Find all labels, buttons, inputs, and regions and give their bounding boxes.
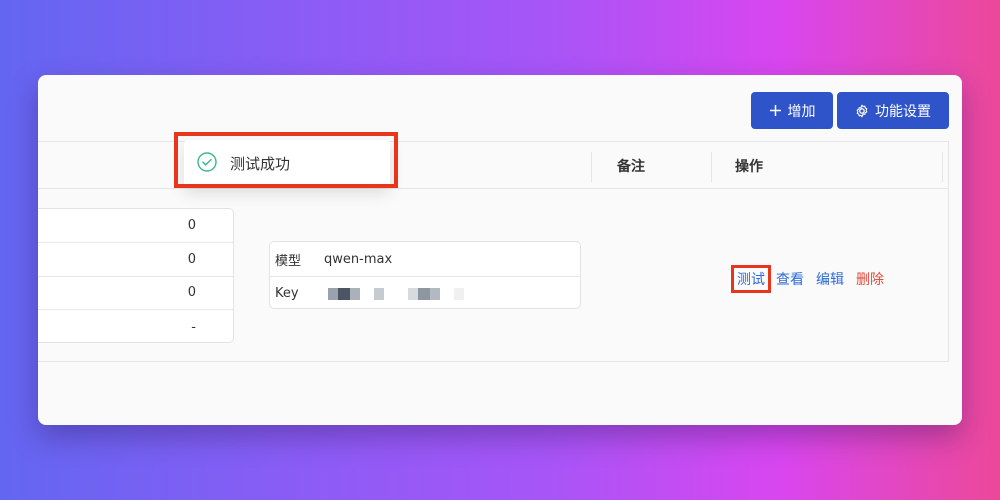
add-button-label: 增加 <box>787 103 816 120</box>
masked-key-value <box>318 287 464 300</box>
check-circle-icon <box>197 151 217 176</box>
gear-icon <box>855 104 869 118</box>
settings-button[interactable]: 功能设置 <box>837 92 949 129</box>
success-toast: 测试成功 <box>184 140 390 187</box>
stat-row: 0 <box>38 243 233 277</box>
edit-link[interactable]: 编辑 <box>816 269 844 289</box>
stat-row: 0 <box>38 209 233 243</box>
plus-icon <box>769 104 782 117</box>
delete-link[interactable]: 删除 <box>856 269 884 289</box>
column-divider <box>591 152 592 182</box>
column-header-actions: 操作 <box>735 159 763 175</box>
model-label: 模型 <box>275 253 302 269</box>
settings-button-label: 功能设置 <box>875 103 931 120</box>
toast-message: 测试成功 <box>230 155 291 173</box>
key-row: Key <box>270 276 580 310</box>
model-value: qwen-max <box>324 251 393 267</box>
stat-row: 0 <box>38 277 233 311</box>
model-info-subtable: 模型 qwen-max Key <box>269 241 581 309</box>
key-label: Key <box>275 286 299 301</box>
stats-subtable: 0 0 0 - <box>38 208 234 343</box>
column-divider <box>711 152 712 182</box>
stat-row: - <box>191 319 196 335</box>
add-button[interactable]: 增加 <box>751 92 833 129</box>
model-row: 模型 qwen-max <box>270 242 580 276</box>
config-panel: 增加 功能设置 备注 操作 0 0 0 - 模型 qwen-max Key 测试… <box>38 75 962 425</box>
view-link[interactable]: 查看 <box>776 269 804 289</box>
test-link[interactable]: 测试 <box>737 272 765 288</box>
test-link-highlight: 测试 <box>731 265 771 293</box>
column-header-remark: 备注 <box>617 159 645 175</box>
column-divider <box>942 152 943 182</box>
row-actions: 测试 查看 编辑 删除 <box>731 265 884 293</box>
data-table: 备注 操作 0 0 0 - 模型 qwen-max Key 测试 查看 编辑 删… <box>38 141 949 362</box>
table-header: 备注 操作 <box>38 142 948 189</box>
